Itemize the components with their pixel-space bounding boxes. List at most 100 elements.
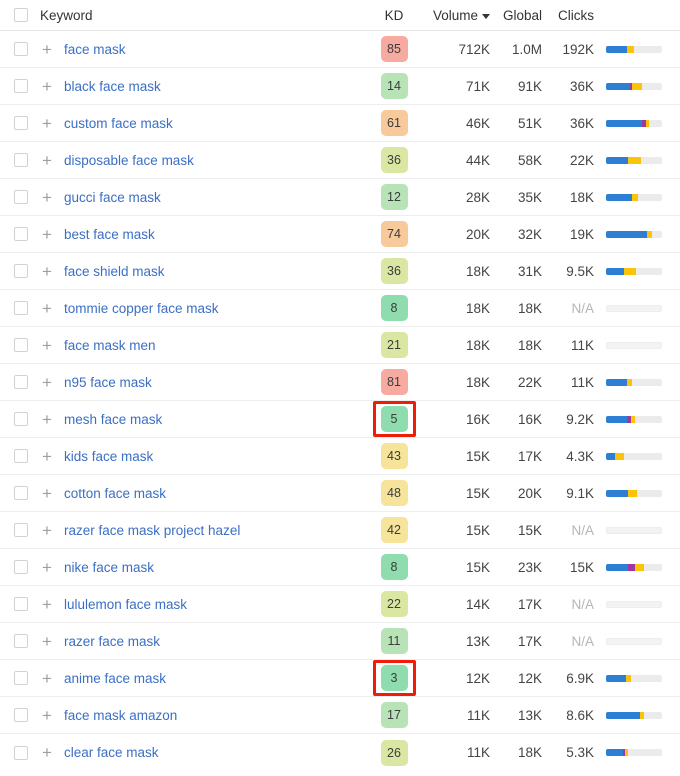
kd-badge: 14 xyxy=(380,73,408,99)
row-checkbox[interactable] xyxy=(14,449,28,463)
kd-badge: 21 xyxy=(380,332,408,358)
select-all-checkbox[interactable] xyxy=(14,8,28,22)
table-row[interactable]: + gucci face mask 12 28K 35K 18K xyxy=(0,179,680,216)
keyword-cell: + gucci face mask xyxy=(14,189,368,206)
row-checkbox[interactable] xyxy=(14,597,28,611)
plus-icon[interactable]: + xyxy=(36,300,58,317)
table-row[interactable]: + nike face mask 8 15K 23K 15K xyxy=(0,549,680,586)
plus-icon[interactable]: + xyxy=(36,448,58,465)
table-row[interactable]: + tommie copper face mask 8 18K 18K N/A xyxy=(0,290,680,327)
row-checkbox[interactable] xyxy=(14,301,28,315)
table-row[interactable]: + cotton face mask 48 15K 20K 9.1K xyxy=(0,475,680,512)
plus-icon[interactable]: + xyxy=(36,115,58,132)
table-row[interactable]: + razer face mask 11 13K 17K N/A xyxy=(0,623,680,660)
plus-icon[interactable]: + xyxy=(36,485,58,502)
table-row[interactable]: + kids face mask 43 15K 17K 4.3K xyxy=(0,438,680,475)
serp-segment xyxy=(632,82,642,90)
plus-icon[interactable]: + xyxy=(36,559,58,576)
table-row[interactable]: + lululemon face mask 22 14K 17K N/A xyxy=(0,586,680,623)
serp-segment xyxy=(630,415,636,423)
plus-icon[interactable]: + xyxy=(36,226,58,243)
plus-icon[interactable]: + xyxy=(36,189,58,206)
keyword-link[interactable]: razer face mask xyxy=(64,634,160,649)
table-row[interactable]: + black face mask 14 71K 91K 36K xyxy=(0,68,680,105)
row-checkbox[interactable] xyxy=(14,42,28,56)
keyword-link[interactable]: nike face mask xyxy=(64,560,154,575)
keyword-link[interactable]: lululemon face mask xyxy=(64,597,187,612)
row-checkbox[interactable] xyxy=(14,486,28,500)
row-checkbox[interactable] xyxy=(14,745,28,760)
kd-cell: 61 xyxy=(368,110,420,136)
keyword-link[interactable]: custom face mask xyxy=(64,116,173,131)
plus-icon[interactable]: + xyxy=(36,78,58,95)
plus-icon[interactable]: + xyxy=(36,670,58,687)
plus-icon[interactable]: + xyxy=(36,374,58,391)
keyword-link[interactable]: razer face mask project hazel xyxy=(64,523,240,538)
table-row[interactable]: + best face mask 74 20K 32K 19K xyxy=(0,216,680,253)
table-row[interactable]: + custom face mask 61 46K 51K 36K xyxy=(0,105,680,142)
column-header-clicks[interactable]: Clicks xyxy=(542,8,594,23)
row-checkbox[interactable] xyxy=(14,634,28,648)
serp-distribution-bar xyxy=(606,563,662,571)
keyword-link[interactable]: black face mask xyxy=(64,79,161,94)
row-checkbox[interactable] xyxy=(14,79,28,93)
keyword-link[interactable]: cotton face mask xyxy=(64,486,166,501)
table-row[interactable]: + razer face mask project hazel 42 15K 15K N/… xyxy=(0,512,680,549)
table-row[interactable]: + face mask 85 712K 1.0M 192K xyxy=(0,31,680,68)
keyword-link[interactable]: disposable face mask xyxy=(64,153,194,168)
serp-distribution-bar xyxy=(606,230,662,238)
row-checkbox[interactable] xyxy=(14,671,28,685)
row-checkbox[interactable] xyxy=(14,523,28,537)
plus-icon[interactable]: + xyxy=(36,41,58,58)
table-row[interactable]: + face mask amazon 17 11K 13K 8.6K xyxy=(0,697,680,734)
row-checkbox[interactable] xyxy=(14,708,28,722)
keyword-link[interactable]: gucci face mask xyxy=(64,190,161,205)
kd-cell: 8 xyxy=(368,554,420,580)
row-checkbox[interactable] xyxy=(14,375,28,389)
table-row[interactable]: + disposable face mask 36 44K 58K 22K xyxy=(0,142,680,179)
table-row[interactable]: + mesh face mask 5 16K 16K 9.2K xyxy=(0,401,680,438)
row-checkbox[interactable] xyxy=(14,153,28,167)
column-header-volume[interactable]: Volume xyxy=(420,8,490,23)
global-volume-cell: 20K xyxy=(517,485,542,501)
plus-icon[interactable]: + xyxy=(36,707,58,724)
column-header-global[interactable]: Global xyxy=(490,8,542,23)
row-checkbox[interactable] xyxy=(14,116,28,130)
keyword-link[interactable]: tommie copper face mask xyxy=(64,301,219,316)
serp-distribution-cell xyxy=(594,267,668,275)
table-row[interactable]: + n95 face mask 81 18K 22K 11K xyxy=(0,364,680,401)
plus-icon[interactable]: + xyxy=(36,152,58,169)
table-row[interactable]: + face shield mask 36 18K 31K 9.5K xyxy=(0,253,680,290)
global-volume-cell: 17K xyxy=(517,596,542,612)
plus-icon[interactable]: + xyxy=(36,337,58,354)
keyword-link[interactable]: mesh face mask xyxy=(64,412,162,427)
keyword-link[interactable]: best face mask xyxy=(64,227,155,242)
column-header-keyword[interactable]: Keyword xyxy=(28,8,368,23)
keyword-link[interactable]: face mask men xyxy=(64,338,156,353)
row-checkbox[interactable] xyxy=(14,227,28,241)
row-checkbox[interactable] xyxy=(14,338,28,352)
row-checkbox[interactable] xyxy=(14,560,28,574)
table-row[interactable]: + face mask men 21 18K 18K 11K xyxy=(0,327,680,364)
plus-icon[interactable]: + xyxy=(36,744,58,761)
serp-distribution-cell xyxy=(594,749,668,756)
keyword-link[interactable]: n95 face mask xyxy=(64,375,152,390)
row-checkbox[interactable] xyxy=(14,412,28,426)
serp-distribution-bar xyxy=(606,119,662,127)
plus-icon[interactable]: + xyxy=(36,411,58,428)
keyword-link[interactable]: clear face mask xyxy=(64,745,159,760)
keyword-link[interactable]: face shield mask xyxy=(64,264,165,279)
plus-icon[interactable]: + xyxy=(36,596,58,613)
plus-icon[interactable]: + xyxy=(36,522,58,539)
keyword-link[interactable]: anime face mask xyxy=(64,671,166,686)
keyword-link[interactable]: kids face mask xyxy=(64,449,153,464)
plus-icon[interactable]: + xyxy=(36,263,58,280)
table-row[interactable]: + anime face mask 3 12K 12K 6.9K xyxy=(0,660,680,697)
keyword-link[interactable]: face mask amazon xyxy=(64,708,177,723)
row-checkbox[interactable] xyxy=(14,264,28,278)
keyword-link[interactable]: face mask xyxy=(64,42,126,57)
column-header-kd[interactable]: KD xyxy=(368,8,420,23)
table-row[interactable]: + clear face mask 26 11K 18K 5.3K xyxy=(0,734,680,771)
plus-icon[interactable]: + xyxy=(36,633,58,650)
row-checkbox[interactable] xyxy=(14,190,28,204)
